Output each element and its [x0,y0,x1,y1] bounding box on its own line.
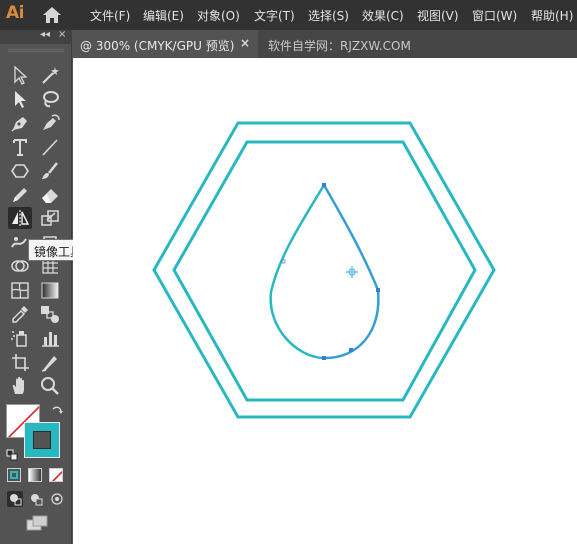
outer-hexagon[interactable] [152,121,496,419]
zoom-tool[interactable] [38,375,62,397]
screen-mode-icon[interactable] [25,515,49,531]
collapse-panel-icon[interactable]: ◂◂ [40,29,50,40]
hand-tool[interactable] [8,375,32,397]
spray-icon [11,331,27,347]
pencil-icon [13,188,27,202]
draw-behind-button[interactable] [28,491,44,507]
hexagon-icon [11,164,29,178]
paintbrush-tool[interactable] [38,160,62,182]
artboard-icon [12,354,29,371]
home-icon[interactable] [42,6,62,24]
magic-wand-icon [42,67,59,84]
lasso-tool[interactable] [38,88,62,110]
menu-select[interactable]: 选择(S) [308,7,349,24]
blend-tool[interactable] [38,303,62,325]
eraser-tool[interactable] [38,184,62,206]
lasso-icon [43,91,59,108]
close-panel-icon[interactable]: × [58,29,66,40]
menu-object[interactable]: 对象(O) [197,7,240,24]
type-icon [13,139,27,156]
color-mode-button[interactable] [7,468,21,482]
symbol-sprayer-tool[interactable] [8,327,32,349]
swap-fill-stroke-icon[interactable] [50,404,64,418]
tab-active-label: @ 300% (CMYK/GPU 预览) [80,39,235,53]
gradient-mode-button[interactable] [28,468,42,482]
water-drop-shape[interactable] [269,182,380,360]
menu-type[interactable]: 文字(T) [254,7,295,24]
mesh-tool[interactable] [8,279,32,301]
none-mode-button[interactable] [49,468,63,482]
illustrator-window: Ai 文件(F) 编辑(E) 对象(O) 文字(T) 选择(S) 效果(C) 视… [0,0,577,544]
shape-tool[interactable] [8,160,32,182]
scale-icon [41,210,59,226]
brush-icon [42,162,58,179]
anchor-points[interactable] [281,183,380,360]
line-icon [42,139,58,156]
eyedropper-icon [12,306,28,323]
slice-icon [41,356,57,372]
menu-view[interactable]: 视图(V) [417,7,459,24]
column-graph-tool[interactable] [38,327,62,349]
reflect-tool[interactable] [8,207,32,229]
type-tool[interactable] [8,136,32,158]
selection-arrow-icon [14,65,28,85]
gradient-tool[interactable] [38,279,62,301]
menu-edit[interactable]: 编辑(E) [143,7,184,24]
inner-hexagon[interactable] [172,140,477,402]
line-segment-tool[interactable] [38,136,62,158]
menu-window[interactable]: 窗口(W) [472,7,517,24]
selection-tool[interactable] [8,64,32,86]
app-logo: Ai [6,3,24,23]
artboard-tool[interactable] [8,351,32,373]
artwork [152,121,496,419]
menu-effect[interactable]: 效果(C) [362,7,404,24]
curvature-tool[interactable] [38,112,62,134]
magic-wand-tool[interactable] [38,64,62,86]
slice-tool[interactable] [38,351,62,373]
scale-tool[interactable] [38,207,62,229]
artboard-canvas[interactable] [73,58,577,544]
default-colors-icon[interactable] [6,446,18,461]
menu-file[interactable]: 文件(F) [90,7,130,24]
draw-normal-button[interactable] [7,491,23,507]
bar-graph-icon [42,332,59,347]
tab-close-icon[interactable]: × [240,36,250,50]
center-point-icon[interactable] [346,266,358,278]
hand-icon [12,376,24,394]
panel-grip[interactable] [8,49,64,52]
gradient-icon [41,282,59,299]
tab-inactive-label[interactable]: 软件自学网：RJZXW.COM [268,37,411,54]
mesh-icon [11,282,29,299]
direct-selection-tool[interactable] [8,88,32,110]
stroke-swatch[interactable] [24,422,60,458]
menu-help[interactable]: 帮助(H) [531,7,573,24]
pen-tool[interactable] [8,112,32,134]
eraser-icon [42,189,58,203]
reflect-icon [12,210,30,226]
solid-arrow-icon [15,91,26,108]
draw-inside-button[interactable] [49,491,65,507]
pencil-tool[interactable] [8,184,32,206]
curvature-pen-icon [43,114,60,130]
eyedropper-tool[interactable] [8,303,32,325]
zoom-icon [41,377,59,395]
stroke-swatch-inner [33,431,51,449]
blend-icon [41,306,59,323]
pen-icon [11,117,27,132]
